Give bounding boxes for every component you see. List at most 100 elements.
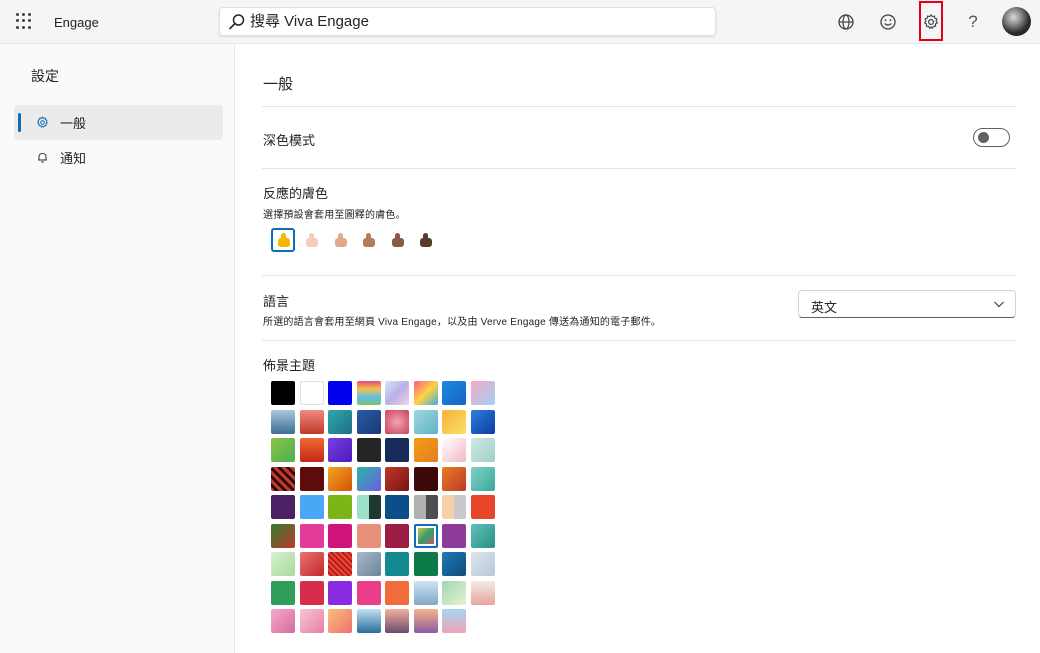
theme-swatch[interactable] — [442, 381, 466, 405]
theme-swatch[interactable] — [385, 580, 409, 605]
theme-swatch[interactable] — [356, 552, 381, 576]
gear-icon — [37, 116, 48, 128]
theme-swatch[interactable] — [385, 552, 409, 576]
theme-swatch[interactable] — [442, 523, 466, 548]
theme-swatch[interactable] — [413, 495, 438, 519]
theme-swatch[interactable] — [328, 609, 352, 633]
theme-swatch[interactable] — [442, 409, 466, 434]
avatar[interactable] — [1002, 7, 1031, 36]
theme-swatch[interactable] — [442, 552, 466, 576]
theme-swatch[interactable] — [271, 580, 295, 605]
theme-swatch[interactable] — [385, 466, 409, 491]
theme-swatch[interactable] — [328, 580, 352, 605]
theme-swatch[interactable] — [271, 552, 295, 576]
theme-swatch[interactable] — [271, 609, 295, 633]
theme-swatch[interactable] — [356, 466, 381, 491]
theme-swatch[interactable] — [299, 438, 324, 462]
search-input[interactable] — [250, 8, 710, 35]
theme-swatch[interactable] — [328, 552, 352, 576]
theme-swatch[interactable] — [328, 495, 352, 519]
theme-swatch[interactable] — [356, 438, 381, 462]
sidebar-item-notifications[interactable]: 通知 — [14, 140, 223, 175]
thumbs-up-icon — [305, 233, 318, 247]
skin-tone-option[interactable] — [414, 228, 438, 252]
theme-swatch[interactable] — [328, 466, 352, 491]
sidebar-title: 設定 — [31, 68, 59, 84]
theme-swatch[interactable] — [442, 466, 466, 491]
theme-swatch[interactable] — [356, 609, 381, 633]
theme-swatch[interactable] — [356, 523, 381, 548]
theme-swatch[interactable] — [413, 381, 438, 405]
skin-tone-option[interactable] — [271, 228, 295, 252]
theme-swatch[interactable] — [413, 438, 438, 462]
theme-swatch[interactable] — [328, 409, 352, 434]
theme-swatch[interactable] — [356, 495, 381, 519]
theme-swatch[interactable] — [442, 438, 466, 462]
emoji-icon[interactable] — [876, 10, 900, 34]
theme-swatch[interactable] — [328, 438, 352, 462]
theme-swatch[interactable] — [385, 438, 409, 462]
theme-swatch[interactable] — [470, 552, 495, 576]
theme-swatch[interactable] — [328, 523, 352, 548]
theme-swatch[interactable] — [299, 466, 324, 491]
settings-sidebar: 設定 一般 通知 — [0, 44, 235, 653]
theme-swatch[interactable] — [385, 609, 409, 633]
language-select[interactable]: 英文 — [798, 290, 1016, 318]
theme-swatch[interactable] — [299, 523, 324, 548]
skin-tone-picker — [271, 228, 442, 252]
theme-swatch[interactable] — [271, 466, 295, 491]
theme-swatch[interactable] — [271, 523, 295, 548]
theme-swatch[interactable] — [385, 409, 409, 434]
theme-swatch[interactable] — [299, 609, 324, 633]
theme-swatch[interactable] — [271, 381, 295, 405]
theme-swatch[interactable] — [442, 495, 466, 519]
theme-swatch[interactable] — [470, 381, 495, 405]
theme-swatch[interactable] — [413, 409, 438, 434]
page-title: 一般 — [263, 76, 294, 93]
theme-swatch[interactable] — [271, 409, 295, 434]
theme-swatch[interactable] — [271, 495, 295, 519]
theme-swatch[interactable] — [470, 466, 495, 491]
gear-icon[interactable] — [919, 10, 943, 34]
theme-swatch[interactable] — [356, 580, 381, 605]
theme-swatch[interactable] — [356, 409, 381, 434]
theme-swatch[interactable] — [470, 580, 495, 605]
app-launcher-icon[interactable] — [16, 13, 32, 29]
theme-swatch[interactable] — [442, 609, 466, 633]
divider — [262, 340, 1016, 341]
theme-swatch[interactable] — [470, 438, 495, 462]
theme-swatch[interactable] — [470, 523, 495, 548]
theme-swatch[interactable] — [385, 495, 409, 519]
dark-mode-label: 深色模式 — [263, 133, 316, 148]
dark-mode-toggle[interactable] — [973, 128, 1010, 147]
theme-swatch[interactable] — [442, 580, 466, 605]
theme-swatch[interactable] — [299, 580, 324, 605]
themes-label: 佈景主題 — [263, 358, 316, 373]
globe-icon[interactable] — [834, 10, 858, 34]
theme-swatch[interactable] — [385, 523, 409, 548]
theme-swatch[interactable] — [328, 381, 352, 405]
theme-swatch[interactable] — [470, 495, 495, 519]
skin-tone-option[interactable] — [328, 228, 352, 252]
theme-swatch[interactable] — [299, 409, 324, 434]
search-icon — [229, 14, 245, 30]
app-title[interactable]: Engage — [54, 15, 99, 30]
theme-swatch[interactable] — [413, 466, 438, 491]
theme-swatch[interactable] — [271, 438, 295, 462]
help-icon[interactable]: ? — [961, 10, 985, 34]
theme-swatch[interactable] — [385, 381, 409, 405]
theme-swatch[interactable] — [413, 609, 438, 633]
theme-swatch[interactable] — [299, 381, 324, 405]
search-box[interactable] — [219, 7, 716, 36]
theme-swatch[interactable] — [299, 552, 324, 576]
skin-tone-option[interactable] — [357, 228, 381, 252]
theme-swatch[interactable] — [413, 523, 438, 548]
skin-tone-option[interactable] — [300, 228, 324, 252]
theme-swatch[interactable] — [470, 409, 495, 434]
theme-swatch[interactable] — [299, 495, 324, 519]
skin-tone-option[interactable] — [385, 228, 409, 252]
theme-swatch[interactable] — [413, 580, 438, 605]
sidebar-item-general[interactable]: 一般 — [14, 105, 223, 140]
theme-swatch[interactable] — [413, 552, 438, 576]
theme-swatch[interactable] — [356, 381, 381, 405]
